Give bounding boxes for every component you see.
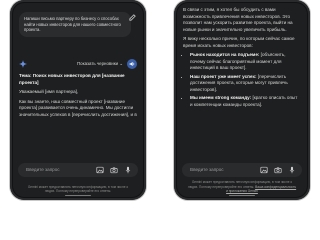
list-item: Мы имеем strong команду: [кратко описать… [190,95,301,108]
phone-left: Напиши письмо партнеру по бизнесу о спос… [10,0,146,200]
response-header: Показать черновики ⌄ [19,59,137,69]
speaker-icon [129,61,135,67]
gesture-handle [65,194,91,196]
gemini-sparkle-icon [19,60,27,68]
gesture-handle [229,194,255,196]
speaker-button[interactable] [127,59,137,69]
prompt-placeholder: Введите запрос [190,167,224,172]
prompt-input[interactable]: Введите запрос [182,163,302,177]
camera-icon[interactable] [110,166,118,174]
response-text: В связи с этим, я хотел бы обсудить с ва… [183,7,301,110]
microphone-icon[interactable] [124,166,132,174]
edit-pencil-icon[interactable] [128,13,137,22]
show-drafts-button[interactable]: Показать черновики ⌄ [77,59,123,69]
prompt-placeholder: Введите запрос [26,167,60,172]
response-reasons-intro: Я вижу несколько причин, по которым сейч… [183,36,295,48]
image-icon[interactable] [260,166,268,174]
list-item: Наш проект уже имеет успех: [перечислить… [190,74,301,94]
response-greeting: Уважаемый [имя партнера], [19,89,79,94]
screen: В связи с этим, я хотел бы обсудить с ва… [177,3,307,197]
status-bar [13,3,143,10]
response-subject: Тема: Поиск новых инвесторов для [назван… [19,73,125,85]
bullet-title: Рынок находится на подъеме: [190,52,260,57]
microphone-icon[interactable] [288,166,296,174]
phone-right: В связи с этим, я хотел бы обсудить с ва… [174,0,310,200]
bullet-title: Наш проект уже имеет успех: [190,73,257,79]
chevron-down-icon: ⌄ [119,61,123,66]
user-message: Напиши письмо партнеру по бизнесу о спос… [19,12,131,37]
response-body: Как вы знаете, наш совместный проект [на… [19,98,137,117]
camera-icon[interactable] [274,166,282,174]
reasons-list: Рынок находится на подъеме: [объяснить, … [183,52,301,108]
prompt-input[interactable]: Введите запрос [18,163,138,177]
disclaimer: Gemini может предоставлять неточную инфо… [27,184,129,193]
response-intro: В связи с этим, я хотел бы обсудить с ва… [183,7,293,32]
bullet-title: Мы имеем strong команду: [190,95,252,100]
disclaimer: Gemini может предоставлять неточную инфо… [187,180,297,193]
list-item: Рынок находится на подъеме: [объяснить, … [190,52,301,72]
screen: Напиши письмо партнеру по бизнесу о спос… [13,3,143,197]
image-icon[interactable] [96,166,104,174]
response-text: Тема: Поиск новых инвесторов для [назван… [19,73,137,121]
show-drafts-label: Показать черновики [76,61,119,66]
